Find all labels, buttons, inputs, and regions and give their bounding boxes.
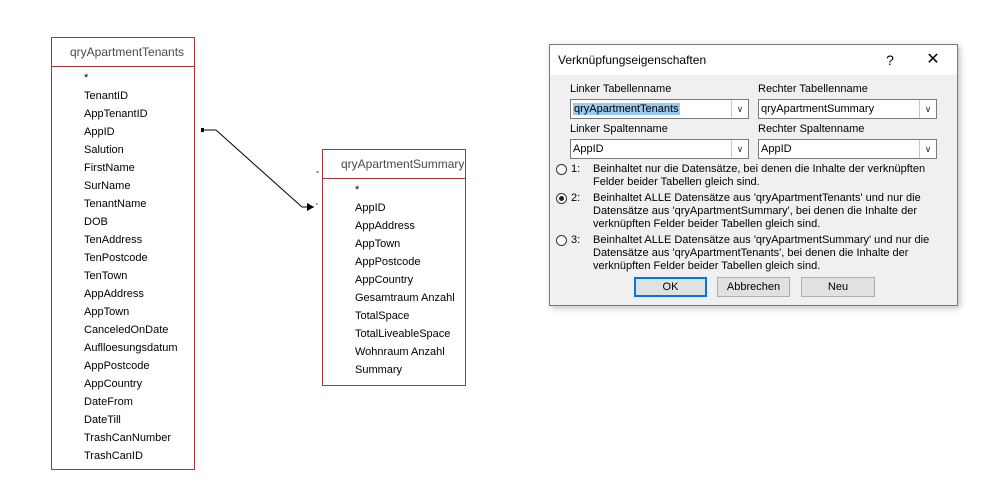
left-table-value: qryApartmentTenants bbox=[573, 103, 680, 115]
field-item[interactable]: TrashCanID bbox=[52, 447, 194, 465]
right-table-label: Rechter Tabellenname bbox=[758, 83, 868, 95]
help-icon[interactable]: ? bbox=[880, 49, 900, 71]
option-number: 1: bbox=[571, 163, 581, 175]
field-item[interactable]: AppTown bbox=[52, 303, 194, 321]
right-column-label: Rechter Spaltenname bbox=[758, 123, 865, 135]
chevron-down-icon[interactable]: ∨ bbox=[919, 100, 936, 118]
field-item[interactable]: * bbox=[52, 69, 194, 87]
dialog-title: Verknüpfungseigenschaften bbox=[558, 53, 707, 67]
right-column-select[interactable]: AppID ∨ bbox=[758, 139, 937, 159]
field-item[interactable]: DateTill bbox=[52, 411, 194, 429]
field-item[interactable]: Summary bbox=[323, 361, 465, 379]
field-item[interactable]: Salution bbox=[52, 141, 194, 159]
option-text: Beinhaltet nur die Datensätze, bei denen… bbox=[593, 163, 926, 188]
left-column-label: Linker Spaltenname bbox=[570, 123, 668, 135]
chevron-down-icon[interactable]: ∨ bbox=[731, 140, 748, 158]
field-item[interactable]: AppAddress bbox=[323, 217, 465, 235]
option-number: 3: bbox=[571, 234, 581, 246]
table-title[interactable]: qryApartmentTenants bbox=[52, 38, 194, 67]
left-table-label: Linker Tabellenname bbox=[570, 83, 672, 95]
radio-option-2[interactable] bbox=[556, 193, 567, 204]
field-item[interactable]: Gesamtraum Anzahl bbox=[323, 289, 465, 307]
table-qryApartmentSummary[interactable]: qryApartmentSummary * AppID AppAddress AppT… bbox=[322, 149, 466, 386]
field-list: * TenantID AppTenantID AppID Salution FirstNa… bbox=[52, 67, 194, 465]
radio-option-1[interactable] bbox=[556, 164, 567, 175]
option-number: 2: bbox=[571, 192, 581, 204]
field-item[interactable]: AppAddress bbox=[52, 285, 194, 303]
field-item[interactable]: TenPostcode bbox=[52, 249, 194, 267]
field-item[interactable]: AppPostcode bbox=[52, 357, 194, 375]
right-table-value: qryApartmentSummary bbox=[761, 103, 875, 115]
join-properties-dialog: Verknüpfungseigenschaften ? ✕ Linker Tab… bbox=[549, 44, 958, 306]
field-list: * AppID AppAddress AppTown AppPostcode AppCou… bbox=[323, 179, 465, 379]
chevron-down-icon[interactable]: ∨ bbox=[919, 140, 936, 158]
field-item[interactable]: TrashCanNumber bbox=[52, 429, 194, 447]
field-item[interactable]: DOB bbox=[52, 213, 194, 231]
new-button[interactable]: Neu bbox=[801, 277, 875, 297]
field-item[interactable]: AppID bbox=[323, 199, 465, 217]
field-item[interactable]: AppPostcode bbox=[323, 253, 465, 271]
close-icon[interactable]: ✕ bbox=[922, 49, 944, 71]
ok-button[interactable]: OK bbox=[634, 277, 707, 297]
field-item[interactable]: AppTenantID bbox=[52, 105, 194, 123]
right-column-value: AppID bbox=[761, 143, 792, 155]
field-item[interactable]: TotalSpace bbox=[323, 307, 465, 325]
option-text: Beinhaltet ALLE Datensätze aus 'qryApart… bbox=[593, 234, 930, 272]
right-table-select[interactable]: qryApartmentSummary ∨ bbox=[758, 99, 937, 119]
chevron-down-icon[interactable]: ∨ bbox=[731, 100, 748, 118]
option-text: Beinhaltet ALLE Datensätze aus 'qryApart… bbox=[593, 192, 921, 230]
field-item[interactable]: AppID bbox=[52, 123, 194, 141]
field-item[interactable]: Auflloesungsdatum bbox=[52, 339, 194, 357]
field-item[interactable]: TenTown bbox=[52, 267, 194, 285]
field-item[interactable]: TenAddress bbox=[52, 231, 194, 249]
field-item[interactable]: TenantID bbox=[52, 87, 194, 105]
field-item[interactable]: AppTown bbox=[323, 235, 465, 253]
field-item[interactable]: FirstName bbox=[52, 159, 194, 177]
left-column-select[interactable]: AppID ∨ bbox=[570, 139, 749, 159]
cancel-button[interactable]: Abbrechen bbox=[717, 277, 790, 297]
field-item[interactable]: * bbox=[323, 181, 465, 199]
table-title[interactable]: qryApartmentSummary bbox=[323, 150, 465, 179]
field-item[interactable]: DateFrom bbox=[52, 393, 194, 411]
field-item[interactable]: CanceledOnDate bbox=[52, 321, 194, 339]
field-item[interactable]: TotalLiveableSpace bbox=[323, 325, 465, 343]
left-column-value: AppID bbox=[573, 143, 604, 155]
field-item[interactable]: AppCountry bbox=[52, 375, 194, 393]
radio-option-3[interactable] bbox=[556, 235, 567, 246]
field-item[interactable]: TenantName bbox=[52, 195, 194, 213]
dialog-titlebar: Verknüpfungseigenschaften ? ✕ bbox=[550, 45, 957, 75]
left-table-select[interactable]: qryApartmentTenants ∨ bbox=[570, 99, 749, 119]
table-qryApartmentTenants[interactable]: qryApartmentTenants * TenantID AppTenantID… bbox=[51, 37, 195, 470]
field-item[interactable]: SurName bbox=[52, 177, 194, 195]
field-item[interactable]: Wohnraum Anzahl bbox=[323, 343, 465, 361]
field-item[interactable]: AppCountry bbox=[323, 271, 465, 289]
